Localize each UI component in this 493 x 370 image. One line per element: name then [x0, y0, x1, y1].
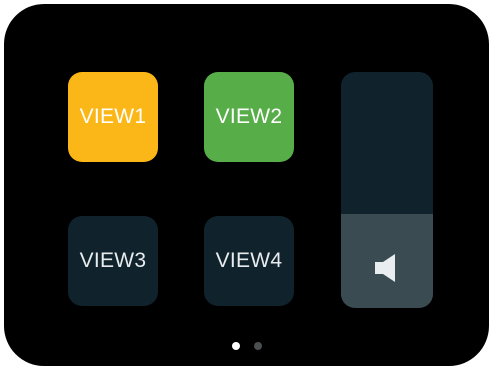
volume-slider[interactable] — [341, 72, 433, 308]
view4-button[interactable]: VIEW4 — [204, 216, 294, 306]
speaker-icon — [369, 250, 405, 286]
page-dot-2[interactable] — [253, 342, 262, 350]
view2-label: VIEW2 — [215, 105, 283, 128]
page-dot-1[interactable] — [231, 342, 240, 350]
view2-button[interactable]: VIEW2 — [204, 72, 294, 162]
view3-label: VIEW3 — [79, 249, 147, 272]
view4-label: VIEW4 — [215, 249, 283, 272]
page-indicator — [0, 342, 493, 350]
view1-label: VIEW1 — [79, 105, 147, 128]
device-screen: VIEW1 VIEW2 VIEW3 VIEW4 — [4, 4, 489, 366]
view1-button[interactable]: VIEW1 — [68, 72, 158, 162]
view3-button[interactable]: VIEW3 — [68, 216, 158, 306]
